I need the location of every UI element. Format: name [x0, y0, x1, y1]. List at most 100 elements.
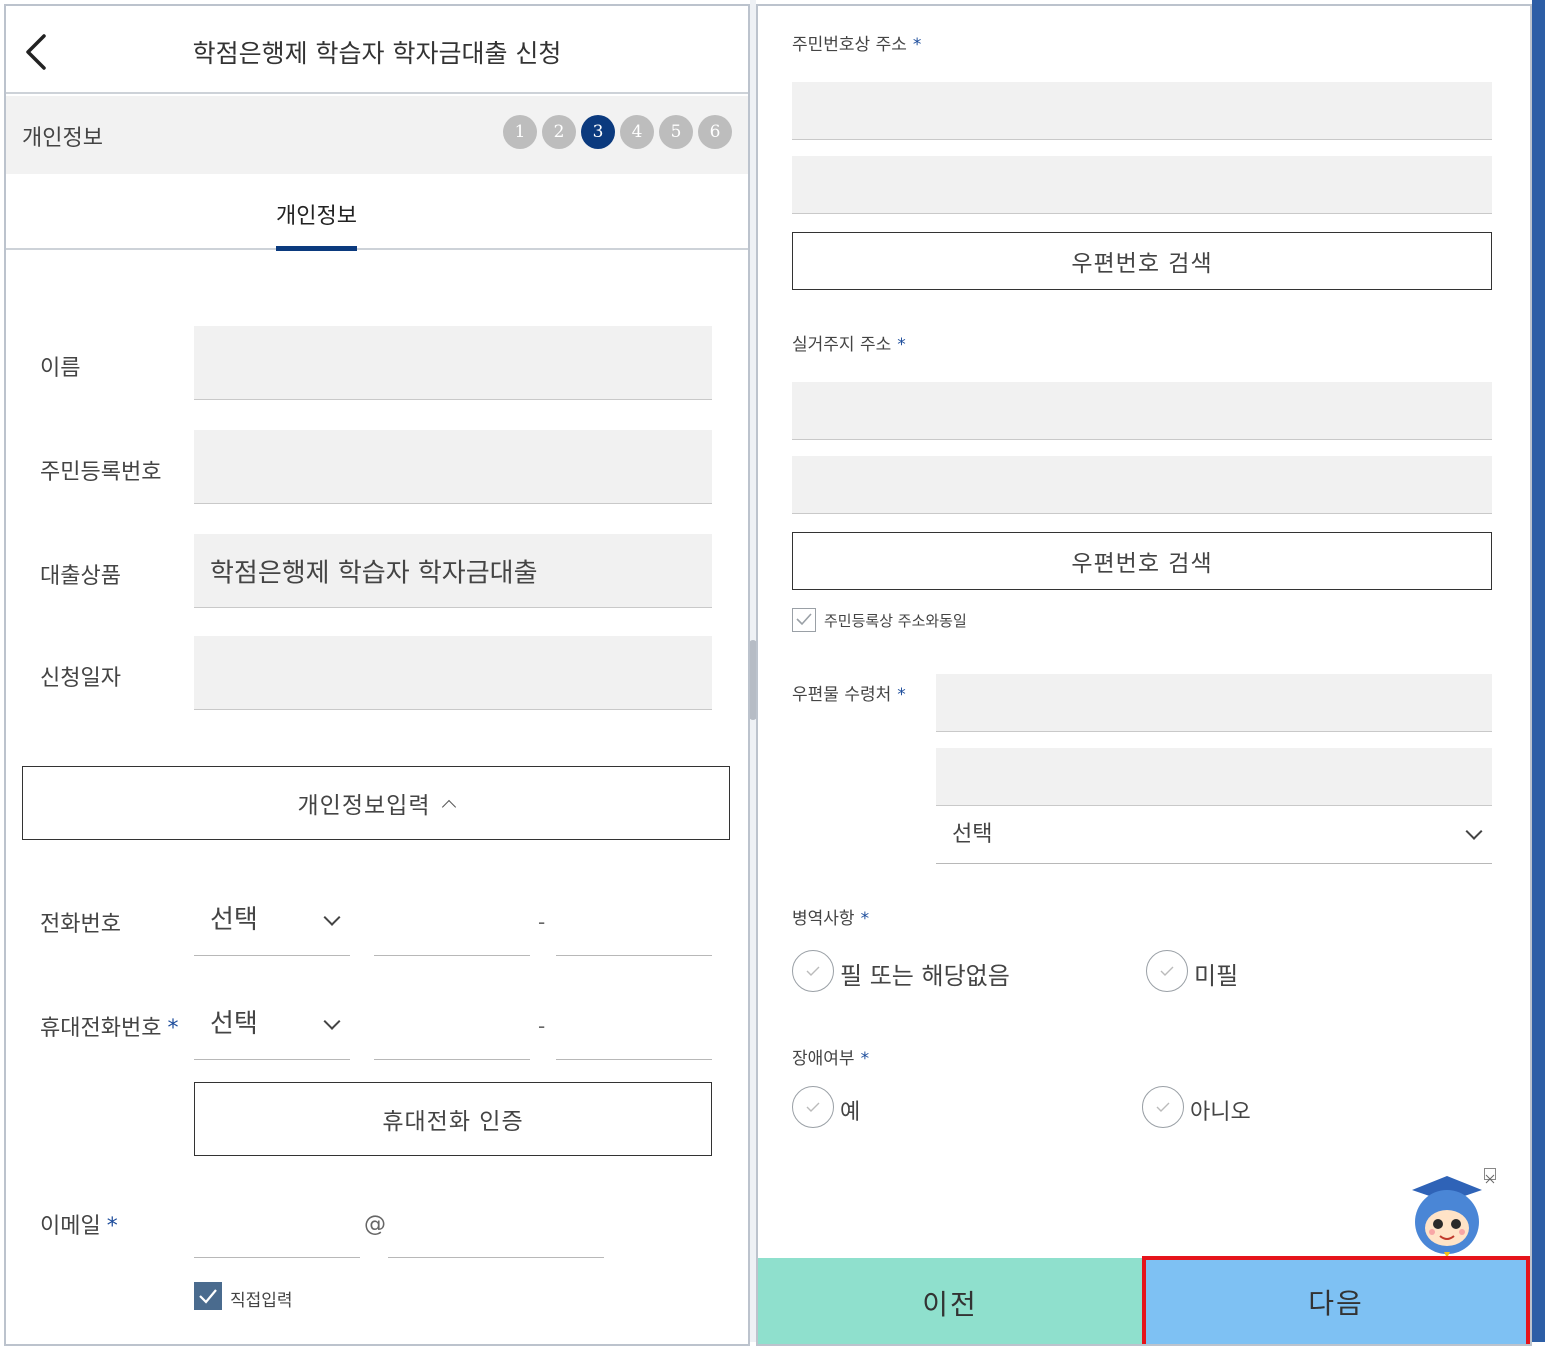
personal-info-toggle-button[interactable]: 개인정보입력 — [22, 766, 730, 840]
mail-receive-line2[interactable] — [936, 748, 1492, 806]
required-mark: * — [860, 1049, 870, 1069]
real-address-label: 실거주지 주소 * — [792, 330, 906, 355]
next-button-label: 다음 — [1308, 1287, 1364, 1320]
mobile-label-text: 휴대전화번호 — [40, 1016, 162, 1041]
reg-address-line2[interactable] — [792, 156, 1492, 214]
name-field[interactable] — [194, 326, 712, 400]
phone-label: 전화번호 — [40, 912, 121, 937]
mascot-close-icon[interactable] — [1484, 1168, 1496, 1184]
step-section-label: 개인정보 — [22, 126, 103, 151]
disability-no-label: 아니오 — [1190, 1100, 1251, 1125]
reg-zip-search-label: 우편번호 검색 — [1071, 251, 1213, 277]
check-icon — [1160, 966, 1174, 976]
reg-zip-search-button[interactable]: 우편번호 검색 — [792, 232, 1492, 290]
step-1: 1 — [503, 115, 537, 149]
mobile-auth-button[interactable]: 휴대전화 인증 — [194, 1082, 712, 1156]
page-title: 학점은행제 학습자 학자금대출 신청 — [192, 39, 562, 68]
check-icon — [806, 966, 820, 976]
phone-area-select[interactable]: 선택 — [194, 886, 350, 956]
personal-info-toggle-label: 개인정보입력 — [297, 793, 431, 819]
rrn-label: 주민등록번호 — [40, 460, 162, 485]
mobile-separator: - — [538, 1014, 546, 1038]
chatbot-mascot-icon[interactable] — [1402, 1172, 1492, 1262]
required-mark: * — [912, 35, 922, 55]
prev-button[interactable]: 이전 — [758, 1258, 1142, 1344]
direct-input-label: 직접입력 — [230, 1291, 293, 1311]
app-header: 학점은행제 학습자 학자금대출 신청 — [6, 6, 748, 94]
required-mark: * — [897, 335, 906, 355]
disability-label: 장애여부 * — [792, 1044, 869, 1069]
email-at-sign: @ — [364, 1212, 386, 1237]
chevron-up-icon — [442, 799, 457, 815]
name-label: 이름 — [40, 356, 81, 381]
step-progress-bar: 개인정보 1 2 3 4 5 6 — [6, 96, 748, 174]
military-label-text: 병역사항 — [792, 909, 855, 929]
mail-receive-label: 우편물 수령처 * — [792, 680, 906, 705]
real-zip-search-button[interactable]: 우편번호 검색 — [792, 532, 1492, 590]
phone-middle-field[interactable] — [374, 886, 530, 956]
military-option-not-served-radio[interactable] — [1146, 950, 1188, 992]
reg-address-line1[interactable] — [792, 82, 1492, 140]
phone-last-field[interactable] — [556, 886, 712, 956]
chevron-down-icon — [323, 1012, 341, 1030]
reg-address-label-text: 주민번호상 주소 — [792, 35, 907, 55]
chevron-down-icon — [1465, 822, 1483, 840]
date-label: 신청일자 — [40, 666, 121, 691]
rrn-field[interactable] — [194, 430, 712, 504]
same-address-label: 주민등록상 주소와동일 — [824, 612, 967, 630]
check-icon — [1156, 1102, 1170, 1112]
step-3-active: 3 — [581, 115, 615, 149]
mail-receive-label-text: 우편물 수령처 — [792, 685, 892, 705]
step-2: 2 — [542, 115, 576, 149]
prev-button-label: 이전 — [922, 1288, 978, 1321]
left-panel: 학점은행제 학습자 학자금대출 신청 개인정보 1 2 3 4 5 6 개인정보… — [4, 4, 750, 1346]
military-option-not-served-label: 미필 — [1194, 962, 1239, 990]
right-panel: 주민번호상 주소 * 우편번호 검색 실거주지 주소 * 우편번호 검색 주민등록상… — [756, 4, 1532, 1346]
disability-yes-radio[interactable] — [792, 1086, 834, 1128]
window-edge — [1532, 0, 1545, 1342]
mobile-auth-label: 휴대전화 인증 — [382, 1109, 524, 1135]
step-4: 4 — [620, 115, 654, 149]
direct-input-checkbox[interactable] — [194, 1282, 222, 1310]
required-mark: * — [897, 685, 906, 705]
disability-label-text: 장애여부 — [792, 1049, 855, 1069]
real-zip-search-label: 우편번호 검색 — [1071, 551, 1213, 577]
real-address-line2[interactable] — [792, 456, 1492, 514]
mobile-select-value: 선택 — [210, 1008, 258, 1039]
check-icon — [806, 1102, 820, 1112]
reg-address-label: 주민번호상 주소 * — [792, 30, 921, 55]
military-option-exempt-radio[interactable] — [792, 950, 834, 992]
military-option-exempt-label: 필 또는 해당없음 — [840, 962, 1010, 990]
email-domain-field[interactable] — [388, 1192, 604, 1258]
next-button[interactable]: 다음 — [1142, 1256, 1530, 1344]
date-field[interactable] — [194, 636, 712, 710]
mobile-carrier-select[interactable]: 선택 — [194, 990, 350, 1060]
mobile-label: 휴대전화번호 * — [40, 1010, 178, 1042]
tab-bar: 개인정보 — [6, 174, 748, 251]
real-address-line1[interactable] — [792, 382, 1492, 440]
step-6: 6 — [698, 115, 732, 149]
product-field: 학점은행제 학습자 학자금대출 — [194, 534, 712, 608]
same-address-checkbox[interactable] — [792, 608, 816, 632]
check-icon — [199, 1289, 217, 1304]
product-value: 학점은행제 학습자 학자금대출 — [210, 558, 538, 588]
step-5: 5 — [659, 115, 693, 149]
mail-receive-select-value: 선택 — [952, 821, 993, 847]
phone-area-select-value: 선택 — [210, 904, 258, 935]
disability-yes-label: 예 — [840, 1100, 861, 1125]
tab-personal-info[interactable]: 개인정보 — [276, 198, 357, 251]
required-mark: * — [167, 1016, 179, 1041]
mail-receive-line1[interactable] — [936, 674, 1492, 732]
phone-separator: - — [538, 910, 546, 934]
mobile-middle-field[interactable] — [374, 990, 530, 1060]
disability-no-radio[interactable] — [1142, 1086, 1184, 1128]
product-label: 대출상품 — [40, 564, 121, 589]
email-label-text: 이메일 — [40, 1214, 101, 1239]
step-indicators: 1 2 3 4 5 6 — [503, 115, 732, 149]
required-mark: * — [106, 1214, 118, 1239]
mobile-last-field[interactable] — [556, 990, 712, 1060]
military-label: 병역사항 * — [792, 904, 869, 929]
email-id-field[interactable] — [194, 1192, 360, 1258]
email-label: 이메일 * — [40, 1208, 118, 1240]
mail-receive-select[interactable]: 선택 — [936, 806, 1492, 864]
